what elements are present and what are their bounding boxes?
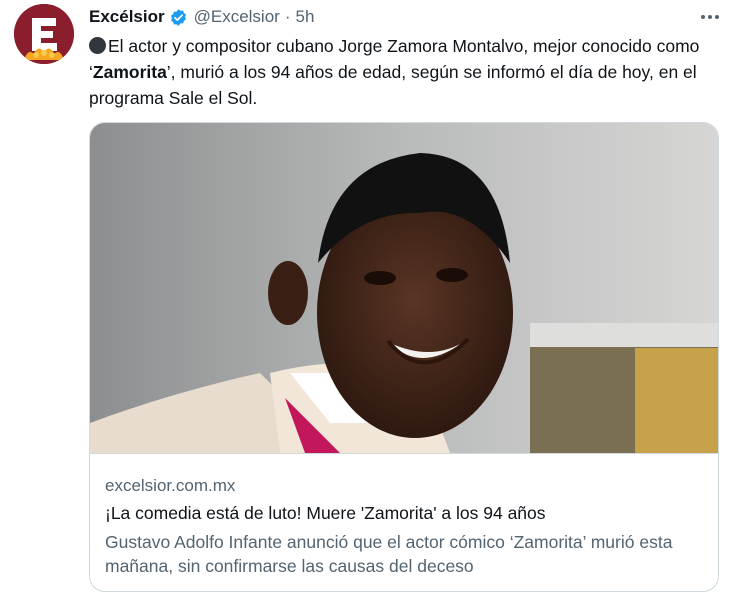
author-avatar[interactable] <box>14 4 74 64</box>
card-body[interactable]: excelsior.com.mx ¡La comedia está de lut… <box>90 453 718 591</box>
author-name[interactable]: Excélsior <box>89 7 165 27</box>
black-circle-emoji <box>89 37 106 54</box>
tweet-timestamp[interactable]: 5h <box>296 7 315 27</box>
excelsior-logo <box>14 4 74 64</box>
separator-dot: · <box>284 7 291 26</box>
tweet-text-part2: ’, murió a los 94 años de edad, según se… <box>89 62 697 108</box>
tweet-header: Excélsior @Excelsior · 5h <box>89 6 314 28</box>
card-description: Gustavo Adolfo Infante anunció que el ac… <box>105 532 673 576</box>
verified-badge-icon <box>169 8 188 27</box>
tweet-text: El actor y compositor cubano Jorge Zamor… <box>89 33 719 111</box>
author-handle[interactable]: @Excelsior <box>194 7 280 27</box>
card-title: ¡La comedia está de luto! Muere 'Zamorit… <box>105 503 546 523</box>
card-domain: excelsior.com.mx <box>105 476 236 495</box>
card-image[interactable] <box>90 123 718 453</box>
tweet[interactable]: Excélsior @Excelsior · 5h El actor y com… <box>0 0 746 604</box>
link-preview-card[interactable]: excelsior.com.mx ¡La comedia está de lut… <box>89 122 719 592</box>
tweet-text-bold: Zamorita <box>92 62 167 82</box>
more-options-icon[interactable] <box>696 6 724 28</box>
